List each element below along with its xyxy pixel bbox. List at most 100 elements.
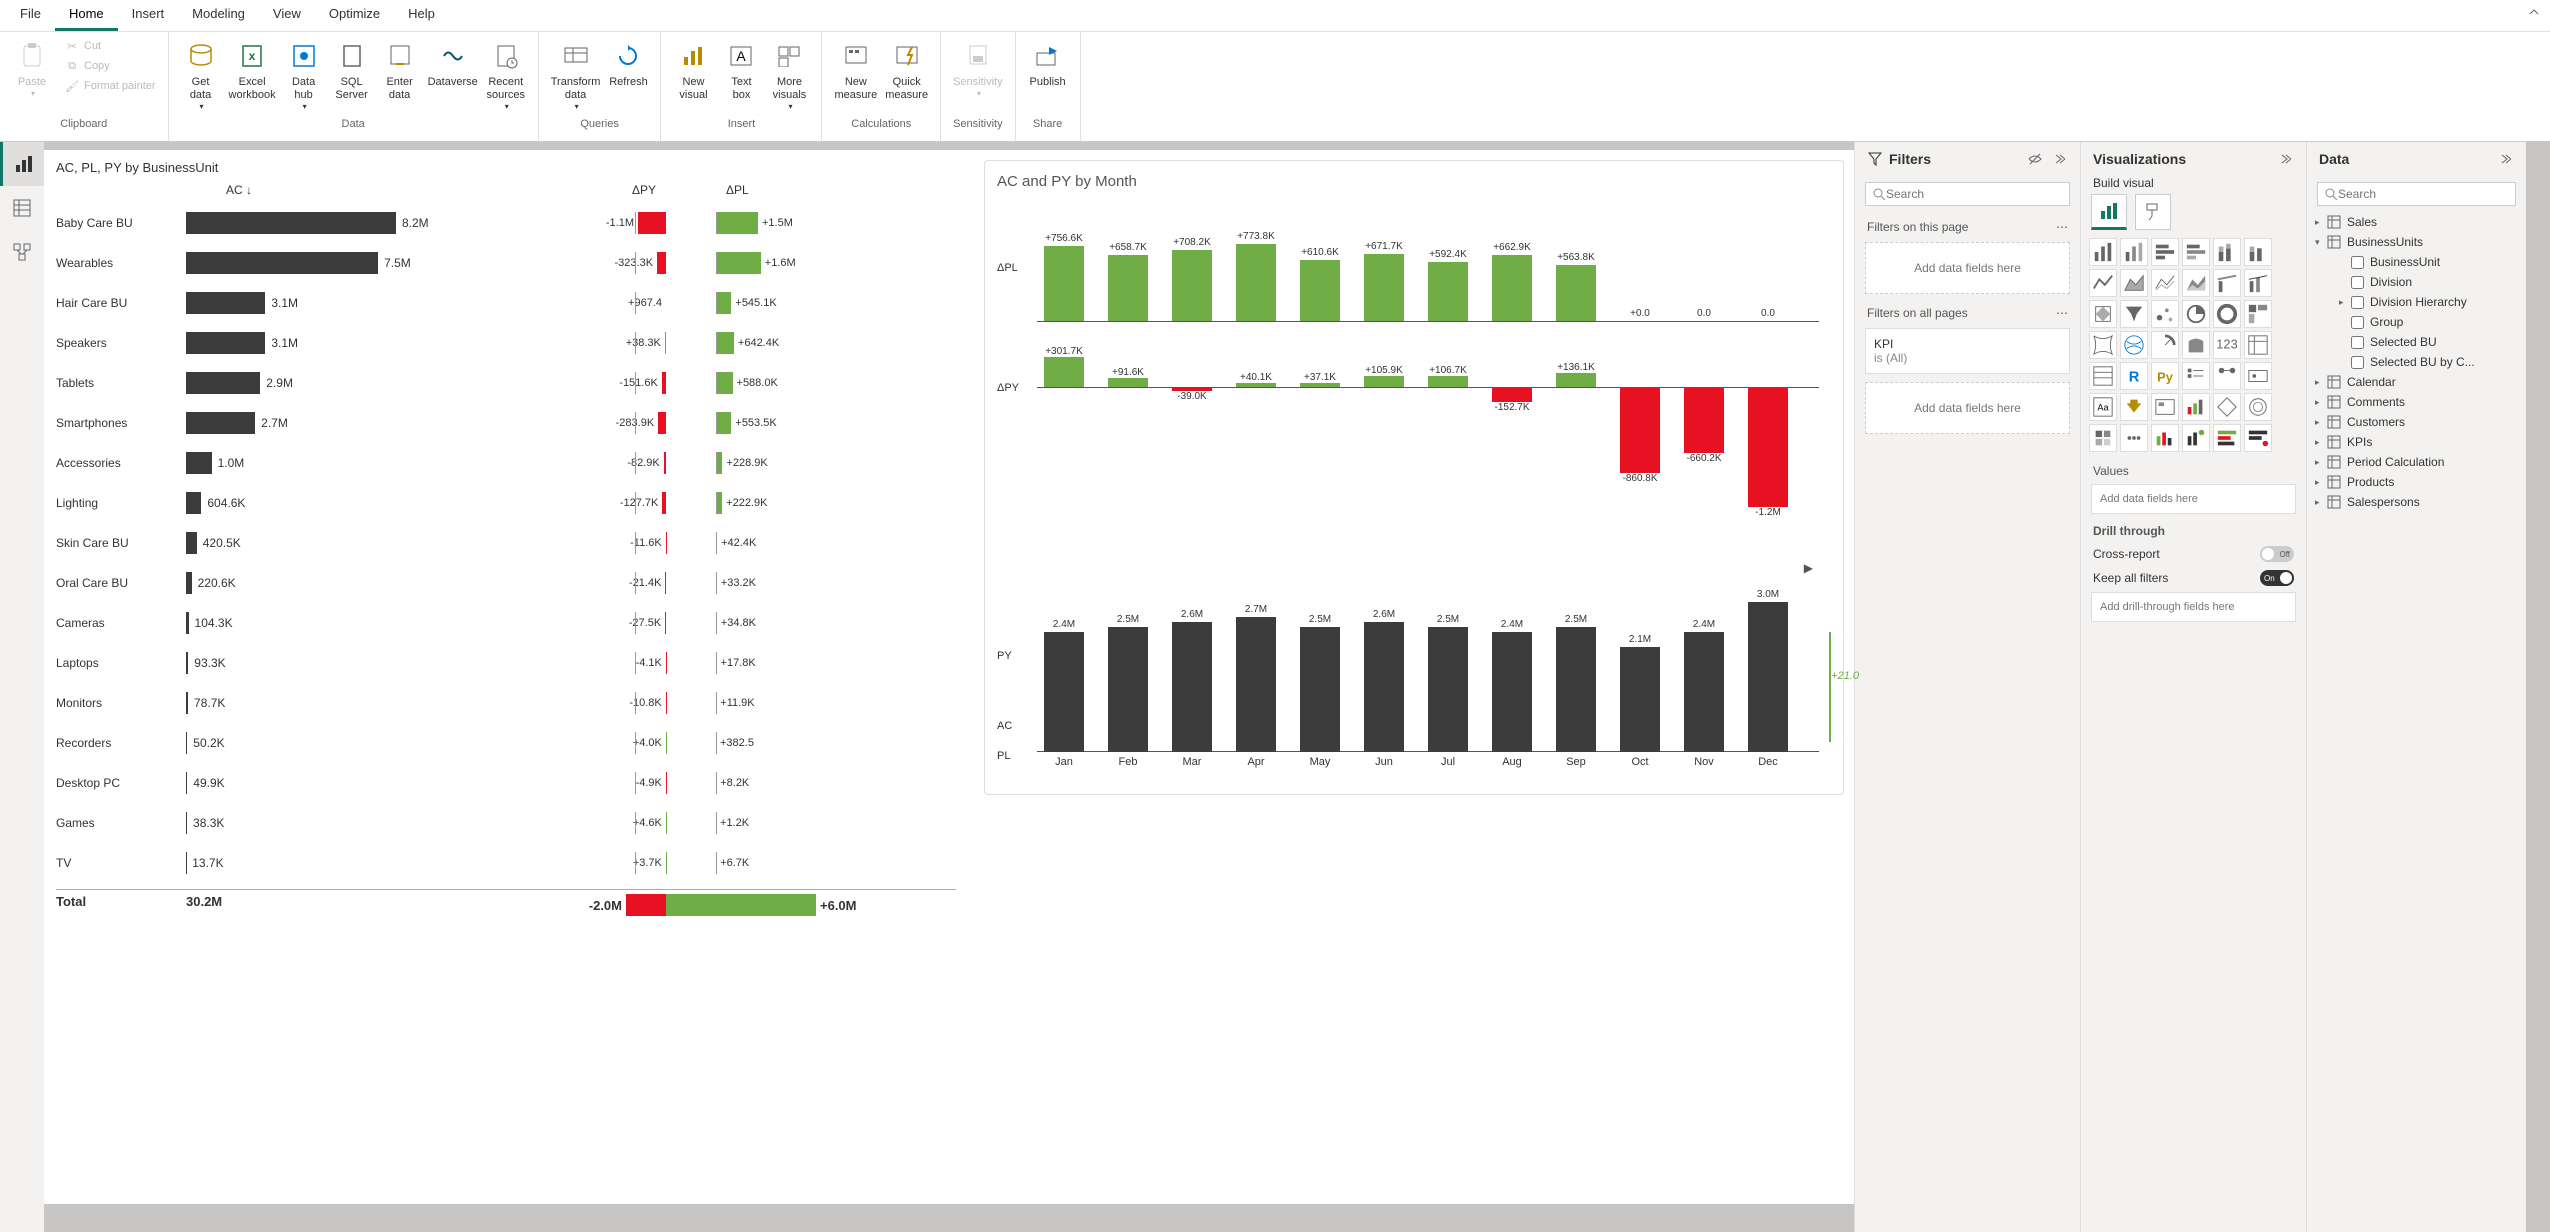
cut-button[interactable]: ✂Cut <box>60 36 160 56</box>
new-measure-button[interactable]: New measure <box>830 36 881 102</box>
values-dropzone[interactable]: Add data fields here <box>2091 484 2296 514</box>
paste-button[interactable]: Paste▾ <box>8 36 56 99</box>
table-salespersons[interactable]: ▸Salespersons <box>2311 492 2522 512</box>
data-view-button[interactable] <box>0 186 44 230</box>
viz-type-7[interactable] <box>2120 269 2148 297</box>
viz-type-40[interactable] <box>2213 424 2241 452</box>
table-period calculation[interactable]: ▸Period Calculation <box>2311 452 2522 472</box>
page-filter-dropzone[interactable]: Add data fields here <box>1865 242 2070 294</box>
expand-viz-icon[interactable] <box>2276 150 2294 168</box>
table-sales[interactable]: ▸Sales <box>2311 212 2522 232</box>
viz-type-22[interactable]: 123 <box>2213 331 2241 359</box>
viz-type-26[interactable]: Py <box>2151 362 2179 390</box>
viz-type-14[interactable] <box>2151 300 2179 328</box>
tab-optimize[interactable]: Optimize <box>315 0 394 31</box>
get-data-button[interactable]: Get data▾ <box>177 36 225 112</box>
all-pages-filter-dropzone[interactable]: Add data fields here <box>1865 382 2070 434</box>
field-selected-bu[interactable]: Selected BU <box>2311 332 2522 352</box>
table-comments[interactable]: ▸Comments <box>2311 392 2522 412</box>
table-businessunits[interactable]: ▾BusinessUnits <box>2311 232 2522 252</box>
viz-type-35[interactable] <box>2244 393 2272 421</box>
viz-type-25[interactable]: R <box>2120 362 2148 390</box>
expand-filters-icon[interactable] <box>2050 150 2068 168</box>
enter-data-button[interactable]: Enter data <box>376 36 424 102</box>
viz-type-6[interactable] <box>2089 269 2117 297</box>
kpi-filter-card[interactable]: KPI is (All) <box>1865 328 2070 374</box>
tab-file[interactable]: File <box>6 0 55 31</box>
tab-help[interactable]: Help <box>394 0 449 31</box>
tab-modeling[interactable]: Modeling <box>178 0 259 31</box>
drillthrough-dropzone[interactable]: Add drill-through fields here <box>2091 592 2296 622</box>
report-view-button[interactable] <box>0 142 44 186</box>
field-group[interactable]: Group <box>2311 312 2522 332</box>
viz-type-17[interactable] <box>2244 300 2272 328</box>
refresh-button[interactable]: Refresh <box>604 36 652 89</box>
viz-type-4[interactable] <box>2213 238 2241 266</box>
viz-type-39[interactable] <box>2182 424 2210 452</box>
quick-measure-button[interactable]: Quick measure <box>881 36 932 102</box>
viz-type-2[interactable] <box>2151 238 2179 266</box>
viz-type-41[interactable] <box>2244 424 2272 452</box>
recent-sources-button[interactable]: Recent sources▾ <box>482 36 530 112</box>
excel-workbook-button[interactable]: xExcel workbook <box>225 36 280 102</box>
viz-type-34[interactable] <box>2213 393 2241 421</box>
viz-type-9[interactable] <box>2182 269 2210 297</box>
table-customers[interactable]: ▸Customers <box>2311 412 2522 432</box>
viz-type-30[interactable]: Aa <box>2089 393 2117 421</box>
viz-type-31[interactable] <box>2120 393 2148 421</box>
sensitivity-button[interactable]: Sensitivity▾ <box>949 36 1007 99</box>
format-visual-mode[interactable] <box>2135 194 2171 230</box>
viz-type-20[interactable] <box>2151 331 2179 359</box>
viz-type-29[interactable] <box>2244 362 2272 390</box>
viz-type-27[interactable] <box>2182 362 2210 390</box>
viz-type-38[interactable] <box>2151 424 2179 452</box>
hide-filters-icon[interactable] <box>2026 150 2044 168</box>
new-visual-button[interactable]: New visual <box>669 36 717 102</box>
table-products[interactable]: ▸Products <box>2311 472 2522 492</box>
field-businessunit[interactable]: BusinessUnit <box>2311 252 2522 272</box>
transform-data-button[interactable]: Transform data▾ <box>547 36 605 112</box>
viz-type-5[interactable] <box>2244 238 2272 266</box>
viz-type-15[interactable] <box>2182 300 2210 328</box>
table-kpis[interactable]: ▸KPIs <box>2311 432 2522 452</box>
dataverse-button[interactable]: Dataverse <box>424 36 482 89</box>
model-view-button[interactable] <box>0 230 44 274</box>
viz-type-24[interactable] <box>2089 362 2117 390</box>
publish-button[interactable]: Publish <box>1024 36 1072 89</box>
filter-search-input[interactable] <box>1886 187 2063 201</box>
viz-type-36[interactable] <box>2089 424 2117 452</box>
collapse-ribbon-icon[interactable] <box>2518 0 2550 31</box>
text-box-button[interactable]: AText box <box>717 36 765 102</box>
bu-chart-visual[interactable]: AC, PL, PY by BusinessUnit AC ↓ ΔPY ΔPL … <box>56 160 956 916</box>
field-division-hierarchy[interactable]: ▸ Division Hierarchy <box>2311 292 2522 312</box>
viz-type-37[interactable] <box>2120 424 2148 452</box>
tab-home[interactable]: Home <box>55 0 118 31</box>
viz-type-3[interactable] <box>2182 238 2210 266</box>
field-selected-bu-by-c...[interactable]: Selected BU by C... <box>2311 352 2522 372</box>
copy-button[interactable]: ⧉Copy <box>60 56 160 76</box>
data-search[interactable] <box>2317 182 2516 206</box>
viz-type-12[interactable] <box>2089 300 2117 328</box>
more-visuals-button[interactable]: More visuals▾ <box>765 36 813 112</box>
data-hub-button[interactable]: Data hub▾ <box>280 36 328 112</box>
keep-filters-toggle[interactable]: On <box>2260 570 2294 586</box>
viz-type-32[interactable] <box>2151 393 2179 421</box>
build-visual-mode[interactable] <box>2091 194 2127 230</box>
sql-server-button[interactable]: SQL Server <box>328 36 376 102</box>
expand-data-icon[interactable] <box>2496 150 2514 168</box>
viz-type-11[interactable] <box>2244 269 2272 297</box>
format-painter-button[interactable]: 🖌Format painter <box>60 76 160 96</box>
viz-type-21[interactable] <box>2182 331 2210 359</box>
data-search-input[interactable] <box>2338 187 2509 201</box>
filter-search[interactable] <box>1865 182 2070 206</box>
report-page[interactable]: AC, PL, PY by BusinessUnit AC ↓ ΔPY ΔPL … <box>44 150 1854 1204</box>
tab-view[interactable]: View <box>259 0 315 31</box>
viz-type-28[interactable] <box>2213 362 2241 390</box>
tab-insert[interactable]: Insert <box>118 0 179 31</box>
field-division[interactable]: Division <box>2311 272 2522 292</box>
viz-type-23[interactable] <box>2244 331 2272 359</box>
table-calendar[interactable]: ▸Calendar <box>2311 372 2522 392</box>
viz-type-8[interactable] <box>2151 269 2179 297</box>
viz-type-16[interactable] <box>2213 300 2241 328</box>
viz-type-33[interactable] <box>2182 393 2210 421</box>
